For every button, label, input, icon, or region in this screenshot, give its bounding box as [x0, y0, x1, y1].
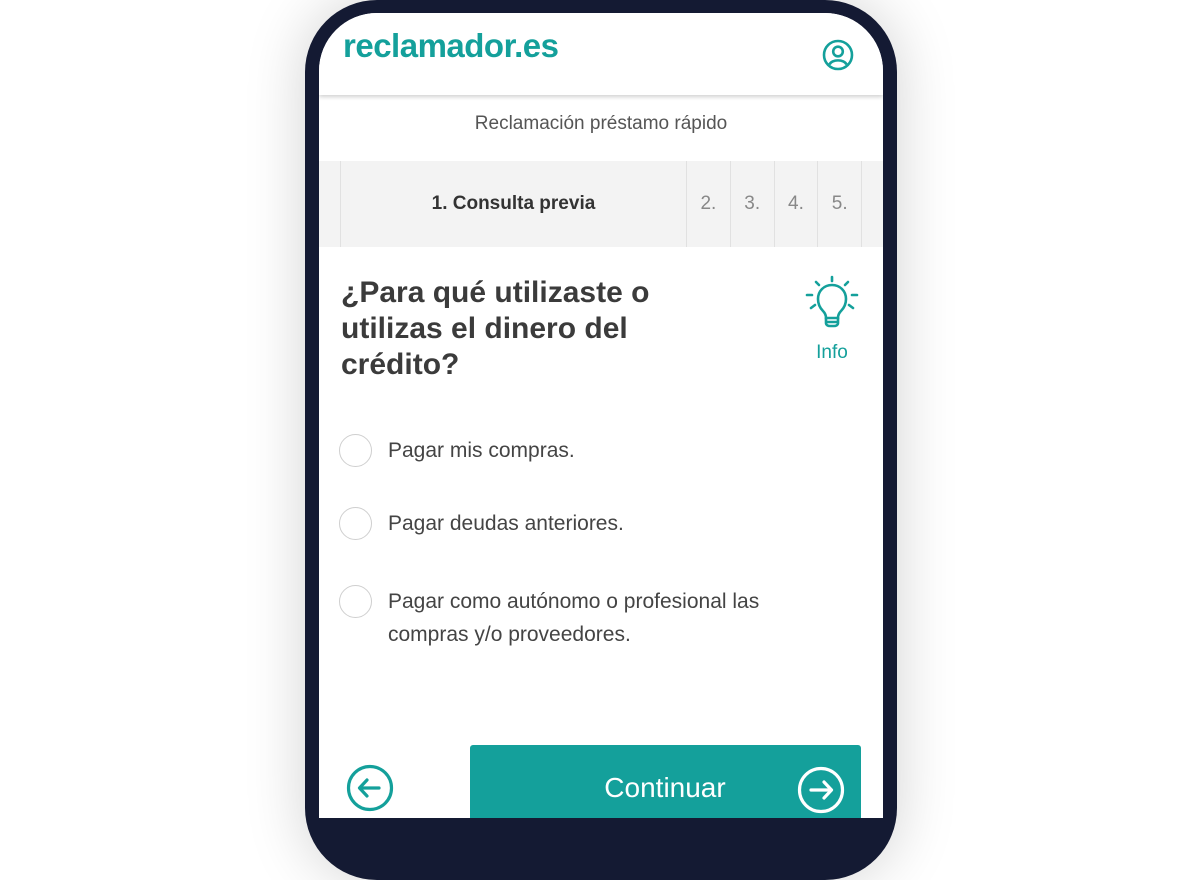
- radio-button[interactable]: [339, 507, 372, 540]
- app-header: reclamador.es: [319, 13, 883, 95]
- step-3: 3.: [729, 161, 774, 247]
- lightbulb-icon: [805, 275, 859, 328]
- step-2: 2.: [686, 161, 730, 247]
- step-spacer: [861, 161, 883, 247]
- claim-title: Reclamación préstamo rápido: [474, 113, 728, 134]
- info-button[interactable]: Info: [801, 275, 863, 364]
- option-pagar-deudas[interactable]: Pagar deudas anteriores.: [339, 507, 828, 540]
- step-spacer: [319, 161, 340, 247]
- info-label: Info: [816, 342, 848, 363]
- radio-button[interactable]: [339, 434, 372, 467]
- radio-button[interactable]: [339, 585, 372, 618]
- arrow-left-circle-icon[interactable]: [345, 763, 395, 813]
- option-label[interactable]: Pagar como autónomo o profesional las co…: [388, 585, 828, 651]
- arrow-right-circle-icon: [797, 766, 845, 814]
- user-circle-icon[interactable]: [821, 38, 855, 72]
- step-5: 5.: [817, 161, 861, 247]
- logo[interactable]: reclamador.es: [343, 27, 559, 65]
- question-heading: ¿Para qué utilizaste o utilizas el diner…: [341, 276, 650, 381]
- option-pagar-autonomo[interactable]: Pagar como autónomo o profesional las co…: [339, 585, 828, 651]
- option-pagar-compras[interactable]: Pagar mis compras.: [339, 434, 828, 467]
- option-label[interactable]: Pagar mis compras.: [388, 434, 828, 467]
- step-progress: 1. Consulta previa 2. 3. 4. 5.: [319, 161, 883, 247]
- continue-button[interactable]: Continuar: [470, 745, 861, 818]
- option-label[interactable]: Pagar deudas anteriores.: [388, 507, 828, 540]
- step-4: 4.: [773, 161, 818, 247]
- app-screen: reclamador.es Reclamación préstamo rápid…: [319, 13, 883, 818]
- step-1: 1. Consulta previa: [339, 161, 686, 247]
